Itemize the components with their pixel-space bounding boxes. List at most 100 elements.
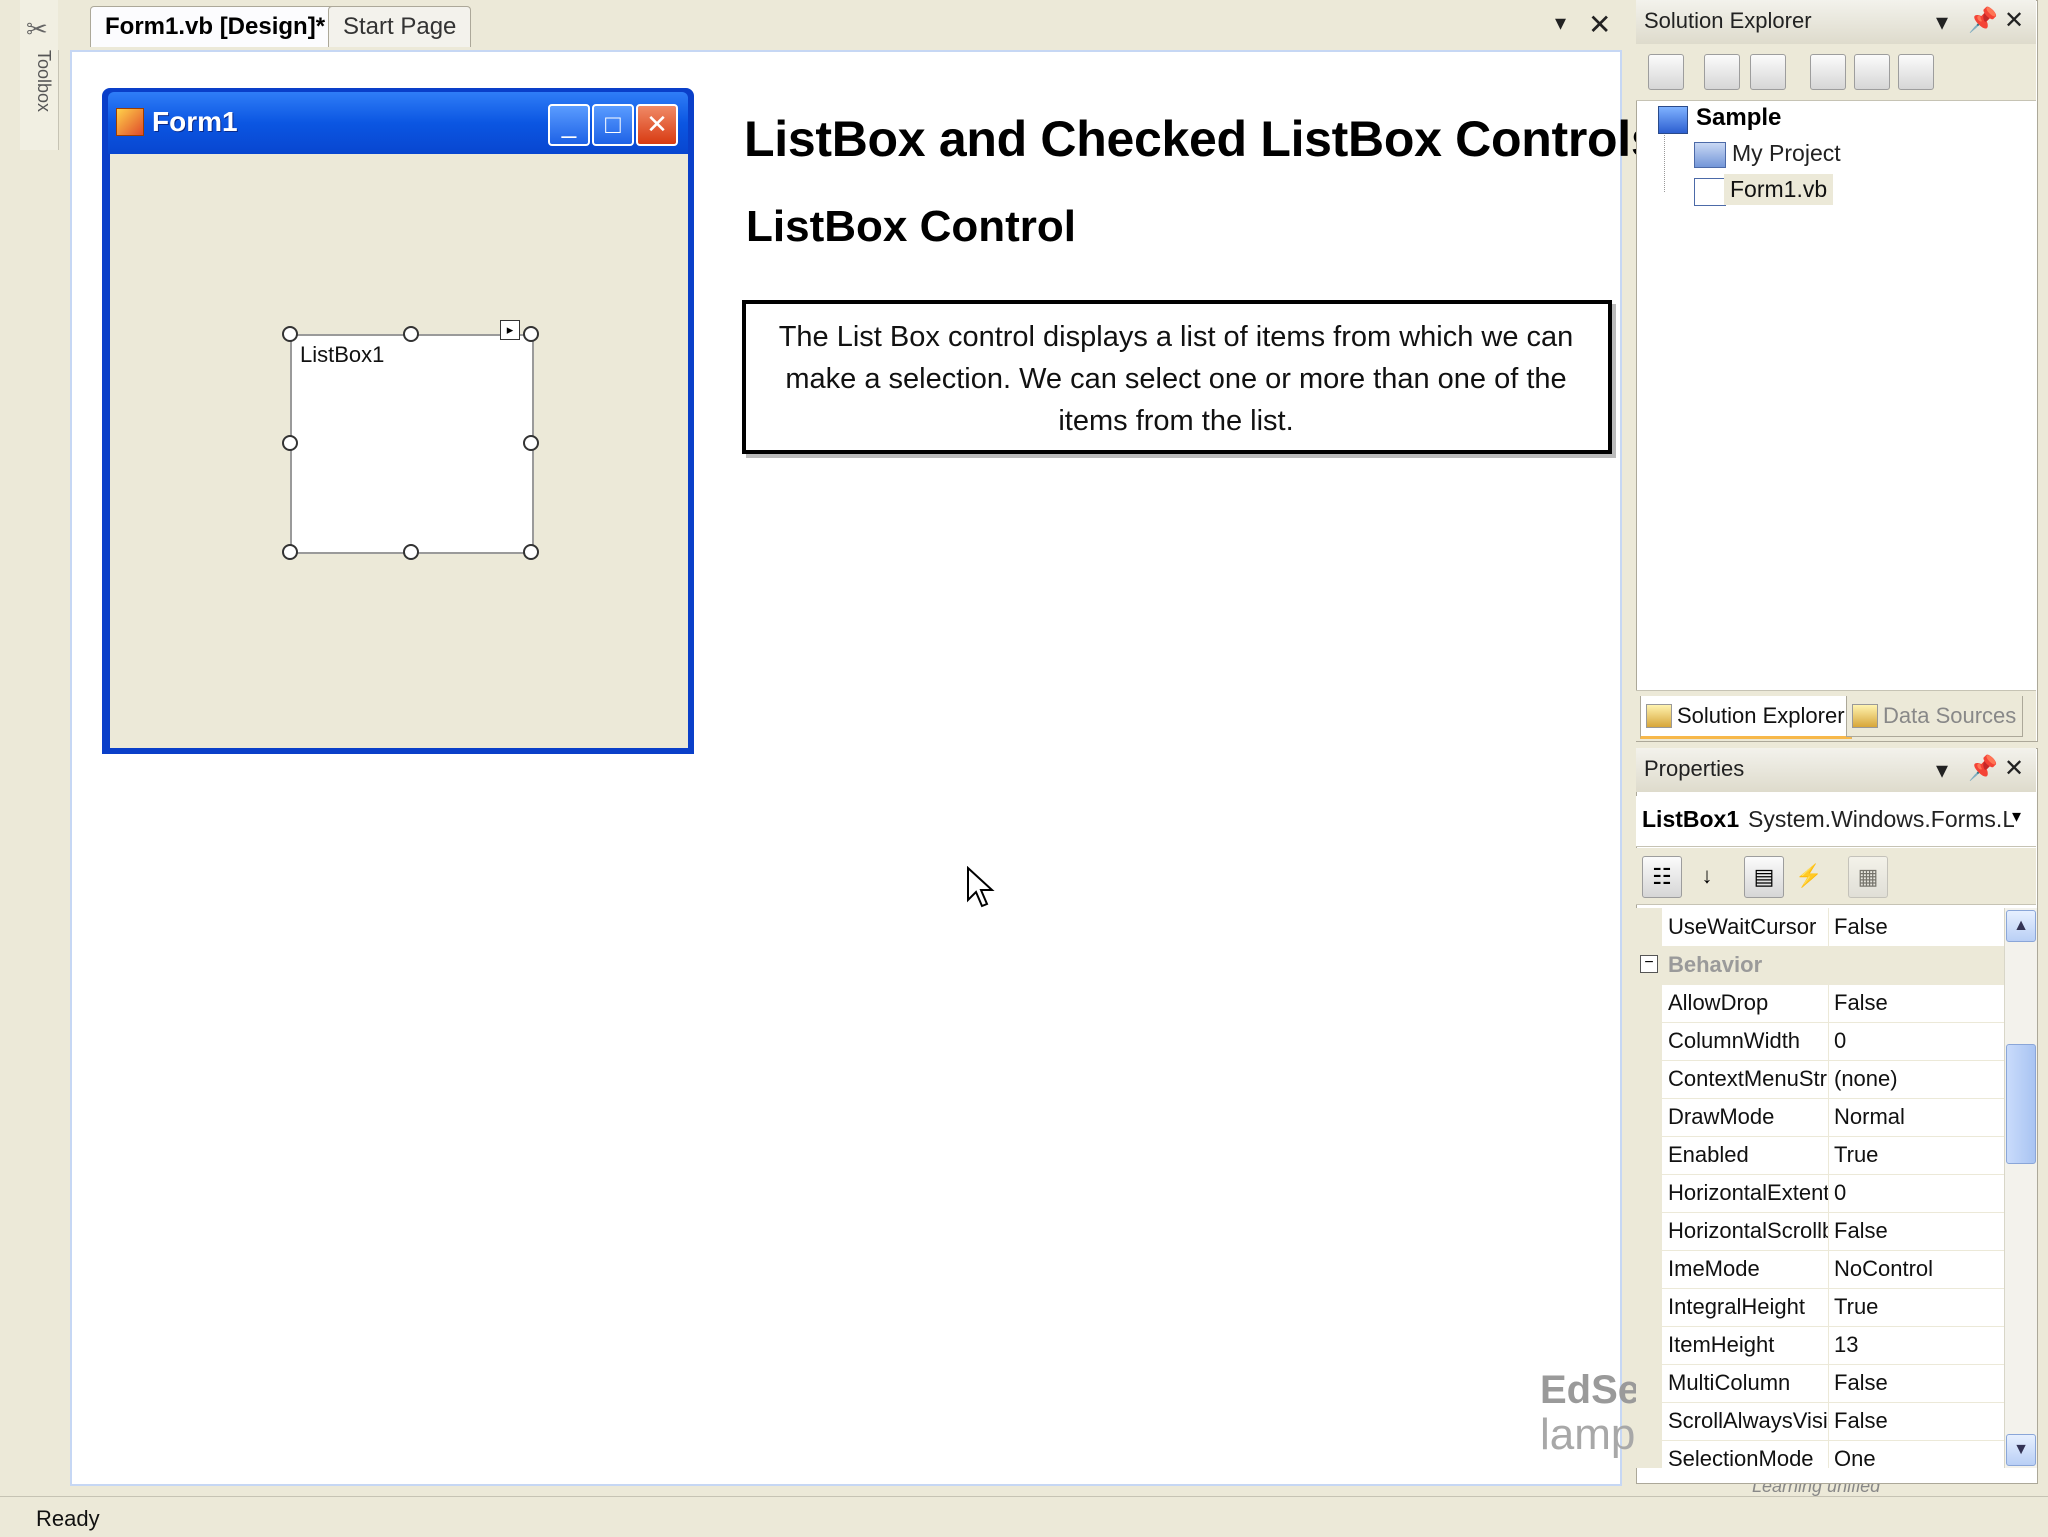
property-row[interactable]: UseWaitCursor False — [1636, 908, 2004, 947]
property-value[interactable]: 0 — [1834, 1180, 1994, 1206]
pin-icon[interactable]: 📌 — [1968, 754, 1998, 783]
solution-explorer-icon — [1646, 704, 1672, 728]
property-row[interactable]: HorizontalExtent 0 — [1636, 1174, 2004, 1213]
property-row[interactable]: IntegralHeight True — [1636, 1288, 2004, 1327]
properties-view-icon[interactable]: ▤ — [1744, 856, 1784, 898]
row-gutter — [1636, 1174, 1662, 1212]
chevron-down-icon[interactable]: ▾ — [2012, 806, 2021, 827]
row-gutter — [1636, 1440, 1662, 1468]
property-category[interactable]: − Behavior — [1636, 946, 2004, 985]
column-divider — [1828, 1288, 1829, 1326]
close-icon[interactable]: ✕ — [2004, 754, 2024, 783]
property-value[interactable]: 13 — [1834, 1332, 1994, 1358]
tree-item-solution[interactable]: Sample — [1696, 104, 1781, 132]
property-row[interactable]: Enabled True — [1636, 1136, 2004, 1175]
data-sources-icon — [1852, 704, 1878, 728]
tree-item-my-project[interactable]: My Project — [1732, 140, 1841, 167]
row-gutter — [1636, 1402, 1662, 1440]
column-divider — [1828, 1060, 1829, 1098]
property-value[interactable]: (none) — [1834, 1066, 1994, 1092]
toolbox-label[interactable]: Toolbox — [22, 50, 54, 150]
close-icon[interactable]: ✕ — [2004, 6, 2024, 35]
close-icon[interactable]: ✕ — [1588, 8, 1611, 41]
description-text: The List Box control displays a list of … — [778, 321, 1574, 437]
property-row[interactable]: HorizontalScrollb False — [1636, 1212, 2004, 1251]
refresh-icon[interactable] — [1750, 54, 1786, 90]
chevron-down-icon[interactable]: ▾ — [1555, 10, 1566, 36]
view-designer-icon[interactable] — [1854, 54, 1890, 90]
property-row[interactable]: ItemHeight 13 — [1636, 1326, 2004, 1365]
property-value[interactable]: False — [1834, 1370, 1994, 1396]
maximize-button[interactable]: □ — [592, 104, 634, 146]
tree-item-form1[interactable]: Form1.vb — [1724, 174, 1834, 205]
property-pages-icon[interactable]: ▦ — [1848, 856, 1888, 898]
alphabetical-icon[interactable]: ↓ — [1688, 856, 1726, 896]
object-name: ListBox1 — [1642, 806, 1740, 832]
tab-form1-design[interactable]: Form1.vb [Design]* — [90, 6, 341, 47]
categorized-icon[interactable]: ☷ — [1642, 856, 1682, 898]
property-name: Behavior — [1668, 952, 1763, 977]
row-gutter — [1636, 1098, 1662, 1136]
column-divider — [1828, 1174, 1829, 1212]
chevron-down-icon[interactable]: ▾ — [1936, 756, 1948, 785]
property-value[interactable]: NoControl — [1834, 1256, 1994, 1282]
toolbox-icon[interactable]: ✂ — [26, 14, 48, 45]
chevron-down-icon[interactable]: ▾ — [1936, 8, 1948, 37]
resize-handle[interactable] — [403, 544, 419, 560]
view-code-icon[interactable] — [1810, 54, 1846, 90]
row-gutter — [1636, 984, 1662, 1022]
property-value[interactable]: Normal — [1834, 1104, 1994, 1130]
property-name: Enabled — [1668, 1142, 1749, 1167]
property-value[interactable]: True — [1834, 1294, 1994, 1320]
resize-handle[interactable] — [523, 326, 539, 342]
column-divider — [1828, 908, 1829, 946]
property-grid-scrollbar[interactable] — [2004, 908, 2037, 1468]
resize-handle[interactable] — [282, 326, 298, 342]
resize-handle[interactable] — [282, 544, 298, 560]
slide-subtitle: ListBox Control — [746, 202, 1076, 251]
property-value[interactable]: False — [1834, 1218, 1994, 1244]
property-name: ImeMode — [1668, 1256, 1760, 1281]
property-value[interactable]: True — [1834, 1142, 1994, 1168]
property-row[interactable]: AllowDrop False — [1636, 984, 2004, 1023]
property-value[interactable]: False — [1834, 990, 1994, 1016]
events-icon[interactable]: ⚡ — [1790, 856, 1828, 896]
property-value[interactable]: 0 — [1834, 1028, 1994, 1054]
resize-handle[interactable] — [523, 435, 539, 451]
property-value[interactable]: False — [1834, 914, 1994, 940]
property-name: ScrollAlwaysVisit — [1668, 1408, 1828, 1433]
property-name: MultiColumn — [1668, 1370, 1791, 1395]
collapse-icon[interactable]: − — [1640, 955, 1658, 973]
column-divider — [1828, 1250, 1829, 1288]
scroll-up-icon[interactable]: ▲ — [2006, 910, 2036, 942]
resize-handle[interactable] — [403, 326, 419, 342]
property-row[interactable]: ColumnWidth 0 — [1636, 1022, 2004, 1061]
show-all-files-icon[interactable] — [1704, 54, 1740, 90]
column-divider — [1828, 984, 1829, 1022]
property-row[interactable]: DrawMode Normal — [1636, 1098, 2004, 1137]
resize-handle[interactable] — [282, 435, 298, 451]
property-value[interactable]: One — [1834, 1446, 1994, 1468]
scroll-down-icon[interactable]: ▼ — [2006, 1434, 2036, 1466]
property-row[interactable]: ScrollAlwaysVisit False — [1636, 1402, 2004, 1441]
resize-handle[interactable] — [523, 544, 539, 560]
property-row[interactable]: SelectionMode One — [1636, 1440, 2004, 1468]
slide-title: ListBox and Checked ListBox Controls — [744, 111, 1659, 167]
form-close-button[interactable]: ✕ — [636, 104, 678, 146]
property-value[interactable]: False — [1834, 1408, 1994, 1434]
property-row[interactable]: ContextMenuStr (none) — [1636, 1060, 2004, 1099]
status-bar — [0, 1496, 2048, 1537]
scrollbar-thumb[interactable] — [2006, 1044, 2036, 1164]
column-divider — [1828, 1098, 1829, 1136]
property-row[interactable]: ImeMode NoControl — [1636, 1250, 2004, 1289]
property-grid: UseWaitCursor False − Behavior AllowDrop Fals… — [1636, 908, 2004, 1468]
pin-icon[interactable]: 📌 — [1968, 6, 1998, 35]
row-gutter — [1636, 1326, 1662, 1364]
column-divider — [1828, 1364, 1829, 1402]
smart-tag-icon[interactable]: ▸ — [500, 320, 520, 340]
tab-start-page[interactable]: Start Page — [328, 6, 472, 47]
class-diagram-icon[interactable] — [1898, 54, 1934, 90]
minimize-button[interactable]: _ — [548, 104, 590, 146]
property-row[interactable]: MultiColumn False — [1636, 1364, 2004, 1403]
properties-icon[interactable] — [1648, 54, 1684, 90]
